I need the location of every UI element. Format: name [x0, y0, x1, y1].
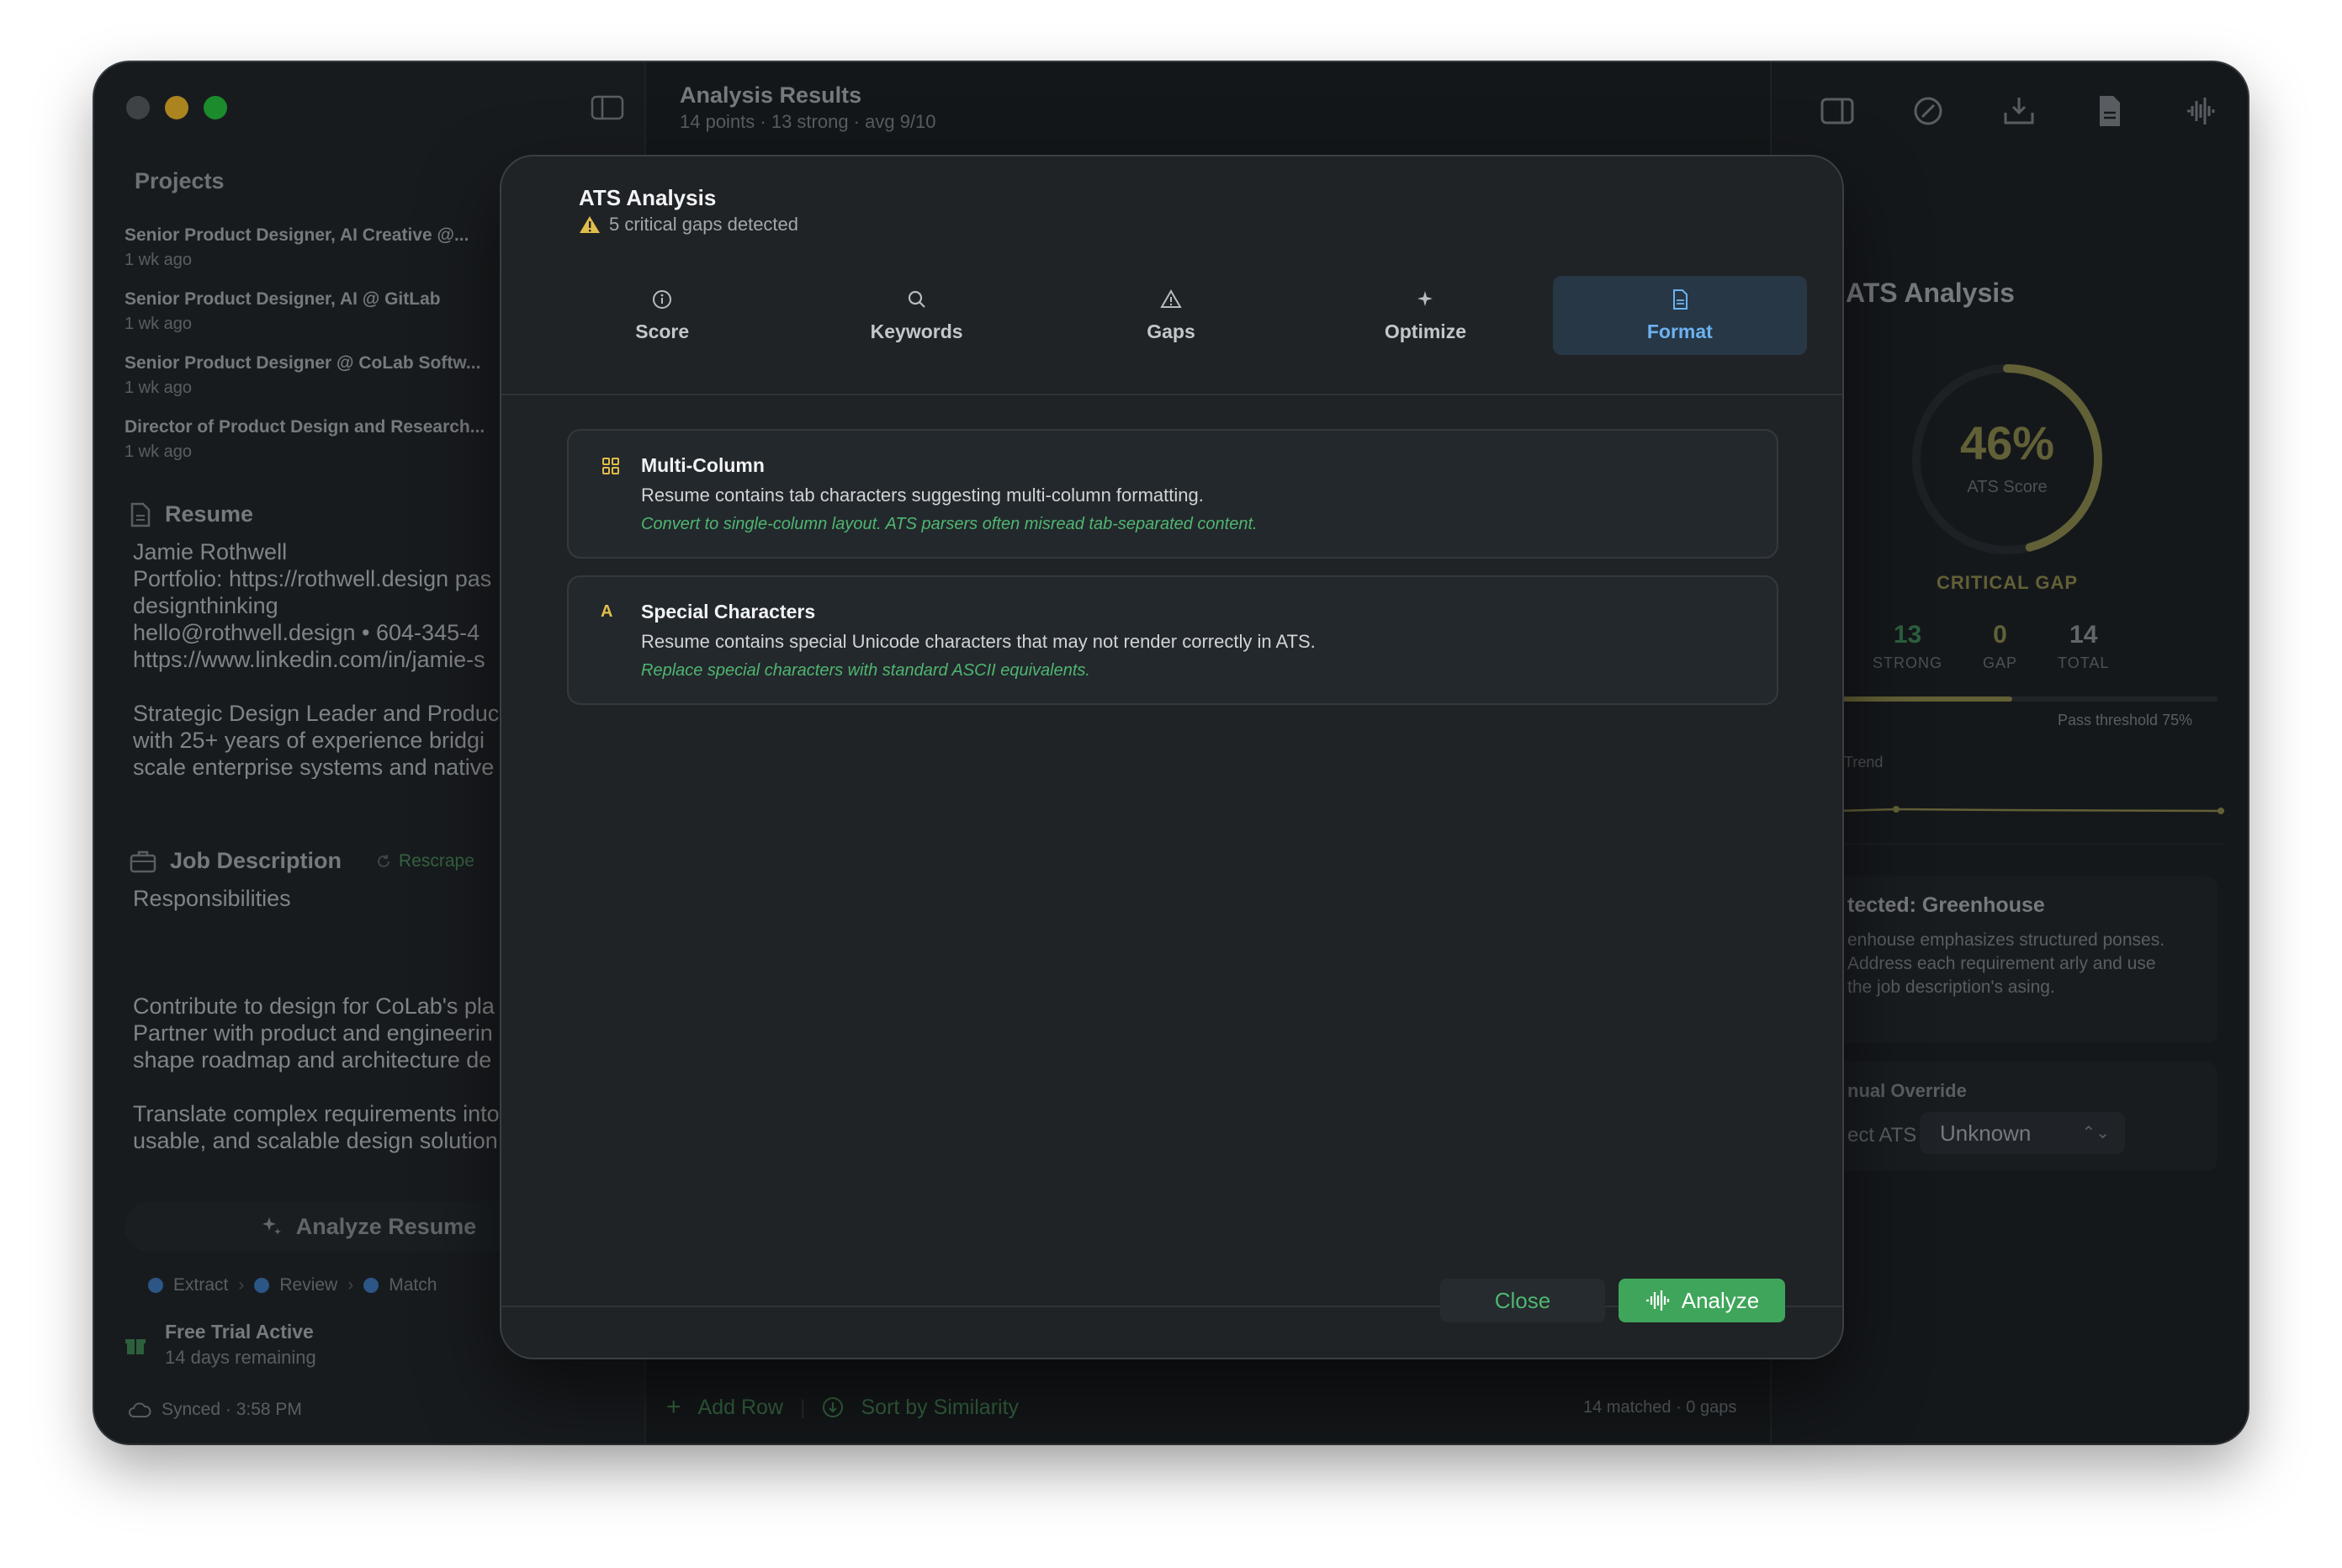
modal-footer-actions: Close Analyze [1440, 1279, 1785, 1322]
warning-icon [1160, 289, 1182, 308]
text-a-icon: A [601, 602, 613, 621]
tab-label: Optimize [1384, 320, 1466, 342]
issue-title: Multi-Column [641, 454, 765, 476]
search-icon [908, 290, 925, 308]
analyze-button[interactable]: Analyze [1619, 1279, 1785, 1322]
tab-label: Gaps [1147, 320, 1195, 342]
modal-title: ATS Analysis [579, 185, 717, 210]
format-issue-card: A Special Characters Resume contains spe… [567, 575, 1778, 705]
modal-tabs: Score Keywords Gaps Optimize Format [535, 276, 1808, 355]
issue-description: Resume contains special Unicode characte… [641, 631, 1316, 652]
issue-fix: Replace special characters with standard… [641, 661, 1090, 680]
divider [501, 394, 1842, 395]
modal-subtitle: 5 critical gaps detected [579, 214, 798, 236]
tab-label: Keywords [870, 320, 963, 342]
info-icon [653, 289, 672, 309]
tab-optimize[interactable]: Optimize [1298, 276, 1552, 355]
analyze-label: Analyze [1681, 1287, 1760, 1313]
warning-icon [580, 216, 600, 233]
tab-label: Format [1646, 320, 1713, 342]
document-icon [1672, 289, 1688, 310]
tab-label: Score [635, 320, 690, 342]
ats-analysis-modal: ATS Analysis 5 critical gaps detected Sc… [500, 155, 1844, 1359]
close-label: Close [1494, 1287, 1551, 1313]
tab-format[interactable]: Format [1552, 276, 1808, 355]
issue-description: Resume contains tab characters suggestin… [641, 485, 1204, 506]
grid-icon [602, 458, 619, 474]
close-button[interactable]: Close [1440, 1279, 1605, 1322]
tab-gaps[interactable]: Gaps [1044, 276, 1298, 355]
sparkle-icon [1417, 290, 1433, 306]
issue-title: Special Characters [641, 601, 816, 622]
critical-gaps-count: 5 critical gaps detected [609, 214, 799, 235]
format-issue-card: Multi-Column Resume contains tab charact… [567, 429, 1778, 559]
waveform-icon [1645, 1290, 1669, 1311]
tab-keywords[interactable]: Keywords [789, 276, 1043, 355]
tab-score[interactable]: Score [535, 276, 789, 355]
issue-fix: Convert to single-column layout. ATS par… [641, 515, 1258, 533]
